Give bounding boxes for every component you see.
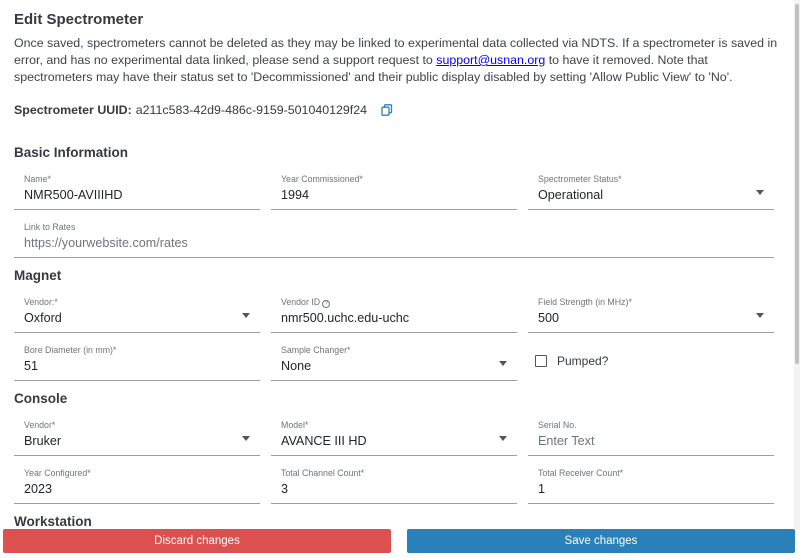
bore-diameter-value[interactable]: 51 <box>24 359 38 373</box>
year-commissioned-value[interactable]: 1994 <box>281 188 309 202</box>
serial-number-placeholder[interactable]: Enter Text <box>538 434 594 448</box>
total-receiver-count-field[interactable]: Total Receiver Count* 1 <box>528 466 774 504</box>
year-commissioned-field[interactable]: Year Commissioned* 1994 <box>271 172 517 210</box>
uuid-row: Spectrometer UUID: a211c583-42d9-486c-91… <box>14 103 393 117</box>
name-field[interactable]: Name* NMR500-AVIIIHD <box>14 172 260 210</box>
sample-changer-label: Sample Changer* <box>281 345 351 355</box>
year-configured-label: Year Configured* <box>24 468 91 478</box>
save-changes-button[interactable]: Save changes <box>407 529 795 553</box>
sample-changer-select[interactable]: Sample Changer* None <box>271 343 517 381</box>
discard-changes-button[interactable]: Discard changes <box>3 529 391 553</box>
caret-down-icon[interactable] <box>242 313 250 318</box>
serial-number-field[interactable]: Serial No. Enter Text <box>528 418 774 456</box>
scrollbar[interactable] <box>794 0 800 530</box>
pumped-checkbox-row[interactable]: Pumped? <box>535 354 608 368</box>
year-configured-field[interactable]: Year Configured* 2023 <box>14 466 260 504</box>
vendor-id-label: Vendor ID <box>281 297 321 307</box>
total-channel-count-value[interactable]: 3 <box>281 482 288 496</box>
vendor-id-label-wrap: Vendor ID? <box>281 297 331 308</box>
total-channel-count-field[interactable]: Total Channel Count* 3 <box>271 466 517 504</box>
scrollbar-thumb[interactable] <box>795 4 799 364</box>
section-heading-console: Console <box>14 391 68 406</box>
total-channel-count-label: Total Channel Count* <box>281 468 365 478</box>
uuid-label: Spectrometer UUID: <box>14 103 132 117</box>
name-label: Name* <box>24 174 51 184</box>
bore-diameter-field[interactable]: Bore Diameter (in mm)* 51 <box>14 343 260 381</box>
spectrometer-status-label: Spectrometer Status* <box>538 174 622 184</box>
pumped-label: Pumped? <box>557 354 609 368</box>
magnet-vendor-label: Vendor:* <box>24 297 58 307</box>
link-to-rates-label: Link to Rates <box>24 222 76 232</box>
section-heading-workstation: Workstation <box>14 514 92 529</box>
support-email-link[interactable]: support@usnan.org <box>436 53 545 67</box>
year-configured-value[interactable]: 2023 <box>24 482 52 496</box>
info-circle-icon[interactable]: ? <box>322 300 331 308</box>
total-receiver-count-label: Total Receiver Count* <box>538 468 624 478</box>
spectrometer-status-value[interactable]: Operational <box>538 188 603 202</box>
edit-spectrometer-page: Edit Spectrometer Once saved, spectromet… <box>0 0 800 558</box>
caret-down-icon[interactable] <box>756 313 764 318</box>
page-title: Edit Spectrometer <box>14 11 144 28</box>
field-strength-select[interactable]: Field Strength (in MHz)* 500 <box>528 295 774 333</box>
pumped-checkbox[interactable] <box>535 355 547 367</box>
section-heading-basic-information: Basic Information <box>14 145 129 160</box>
field-strength-label: Field Strength (in MHz)* <box>538 297 632 307</box>
section-heading-magnet: Magnet <box>14 268 62 283</box>
console-vendor-label: Vendor* <box>24 420 56 430</box>
console-model-label: Model* <box>281 420 309 430</box>
uuid-value: a211c583-42d9-486c-9159-501040129f24 <box>135 103 368 117</box>
console-model-value[interactable]: AVANCE III HD <box>281 434 367 448</box>
caret-down-icon[interactable] <box>756 190 764 195</box>
caret-down-icon[interactable] <box>499 436 507 441</box>
caret-down-icon[interactable] <box>242 436 250 441</box>
vendor-id-value[interactable]: nmr500.uchc.edu-uchc <box>281 311 409 325</box>
sample-changer-value[interactable]: None <box>281 359 311 373</box>
total-receiver-count-value[interactable]: 1 <box>538 482 545 496</box>
magnet-vendor-value[interactable]: Oxford <box>24 311 62 325</box>
vendor-id-field[interactable]: Vendor ID? nmr500.uchc.edu-uchc <box>271 295 517 333</box>
year-commissioned-label: Year Commissioned* <box>281 174 363 184</box>
bore-diameter-label: Bore Diameter (in mm)* <box>24 345 117 355</box>
console-vendor-value[interactable]: Bruker <box>24 434 61 448</box>
name-value[interactable]: NMR500-AVIIIHD <box>24 188 122 202</box>
console-vendor-select[interactable]: Vendor* Bruker <box>14 418 260 456</box>
link-to-rates-field[interactable]: Link to Rates https://yourwebsite.com/ra… <box>14 220 774 258</box>
caret-down-icon[interactable] <box>499 361 507 366</box>
serial-number-label: Serial No. <box>538 420 577 430</box>
copy-icon[interactable] <box>381 104 393 116</box>
magnet-vendor-select[interactable]: Vendor:* Oxford <box>14 295 260 333</box>
intro-text: Once saved, spectrometers cannot be dele… <box>14 35 784 86</box>
spectrometer-status-select[interactable]: Spectrometer Status* Operational <box>528 172 774 210</box>
field-strength-value[interactable]: 500 <box>538 311 559 325</box>
console-model-select[interactable]: Model* AVANCE III HD <box>271 418 517 456</box>
link-to-rates-placeholder[interactable]: https://yourwebsite.com/rates <box>24 236 188 250</box>
